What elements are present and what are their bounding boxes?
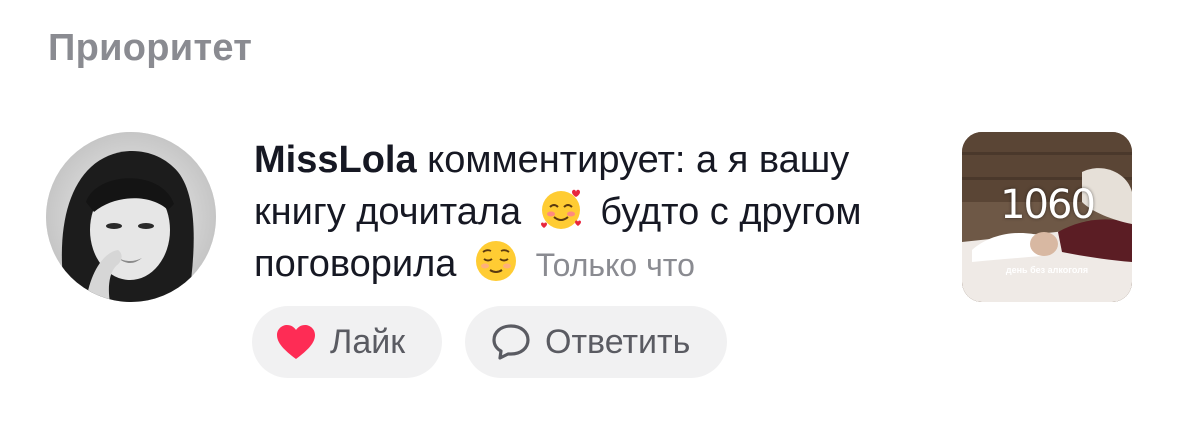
like-button[interactable]: Лайк bbox=[252, 306, 442, 378]
reply-label: Ответить bbox=[545, 322, 691, 361]
relieved-face-icon bbox=[473, 238, 519, 284]
reply-button[interactable]: Ответить bbox=[465, 306, 727, 378]
notification-text[interactable]: MissLola комментирует: а я вашу книгу до… bbox=[254, 134, 934, 291]
thumbnail-caption: день без алкоголя bbox=[1005, 265, 1089, 275]
username[interactable]: MissLola bbox=[254, 139, 417, 181]
video-thumbnail[interactable]: 1060 день без алкоголя bbox=[962, 132, 1132, 302]
heart-icon bbox=[276, 322, 316, 362]
smiling-face-with-hearts-icon bbox=[538, 186, 584, 232]
like-label: Лайк bbox=[330, 322, 406, 361]
section-title: Приоритет bbox=[48, 27, 253, 69]
thumbnail-counter: 1060 bbox=[1000, 182, 1096, 228]
speech-bubble-icon bbox=[491, 322, 531, 362]
avatar[interactable] bbox=[46, 132, 216, 302]
timestamp: Только что bbox=[535, 247, 695, 283]
avatar-photo bbox=[46, 132, 216, 302]
